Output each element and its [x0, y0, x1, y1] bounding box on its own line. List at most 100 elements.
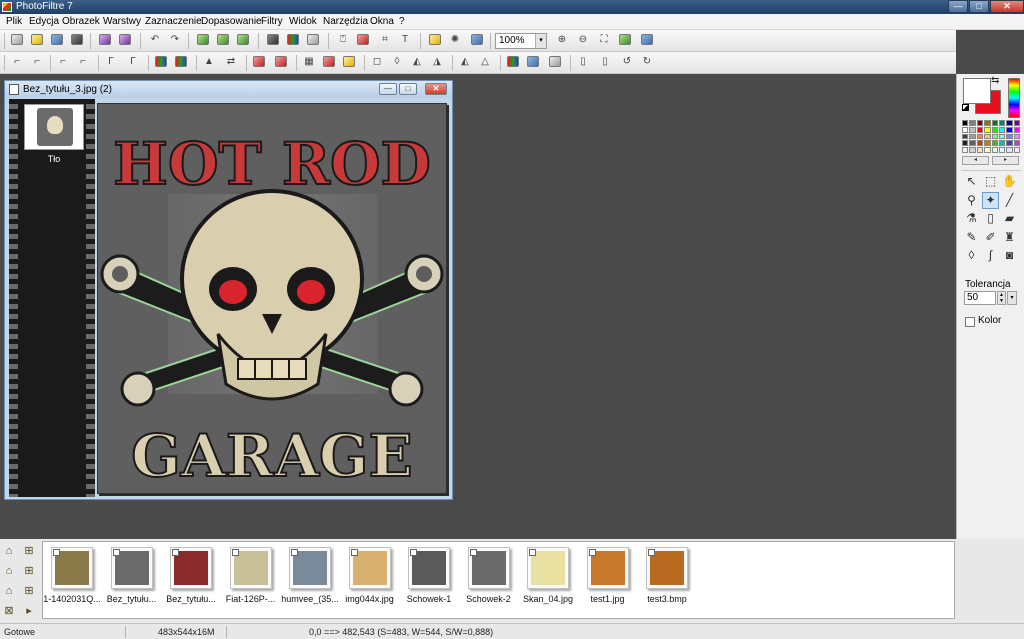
color-spectrum[interactable] — [1008, 78, 1020, 118]
file-thumbnail[interactable] — [289, 547, 331, 589]
magic-wand-icon[interactable]: ✦ — [982, 191, 999, 209]
transparency-button[interactable] — [306, 33, 320, 47]
selection-sub-button[interactable]: ⌐ — [76, 55, 90, 69]
fit-window-button[interactable] — [618, 33, 632, 47]
menu-dopasowanie[interactable]: Dopasowanie — [201, 16, 262, 28]
save-as-button[interactable] — [70, 33, 84, 47]
filebar-list-icon[interactable]: ⊞ — [22, 544, 36, 558]
filebar-folder-icon[interactable]: ⌂ — [2, 544, 16, 558]
image-mask-button[interactable] — [356, 33, 370, 47]
filebar-folder-icon[interactable]: ⌂ — [2, 564, 16, 578]
sharpen-button[interactable]: ◭ — [410, 55, 424, 69]
file-thumbnail[interactable] — [110, 547, 153, 589]
new-file-button[interactable] — [10, 33, 24, 47]
undo-button[interactable]: ↶ — [148, 33, 162, 47]
spin-down-icon[interactable]: ▼ — [998, 298, 1005, 304]
file-thumbnail[interactable] — [170, 547, 212, 589]
move-layer-2-button[interactable]: ⌐ — [30, 55, 44, 69]
line-icon[interactable]: ╱ — [1001, 192, 1018, 209]
file-thumbnail[interactable] — [527, 547, 569, 589]
palette-color-swatch[interactable] — [969, 140, 976, 147]
plugin-button[interactable]: ✺ — [448, 33, 462, 47]
auto-level-button[interactable] — [252, 55, 266, 69]
selection-rect-icon[interactable]: ⬚ — [982, 173, 999, 190]
redo-button[interactable]: ↷ — [168, 33, 182, 47]
maximize-button[interactable]: □ — [969, 0, 989, 13]
palette-color-swatch[interactable] — [976, 126, 984, 133]
filebar-folder-icon[interactable]: ⌂ — [2, 584, 16, 598]
auto-contrast-button[interactable] — [274, 55, 288, 69]
menu-widok[interactable]: Widok — [289, 16, 317, 28]
menu-filtry[interactable]: Filtry — [261, 16, 283, 28]
brush-icon[interactable]: ✎ — [963, 229, 980, 246]
spray-icon[interactable]: ▯ — [982, 210, 999, 227]
levels-button[interactable]: ▲ — [202, 55, 216, 69]
colors-button[interactable] — [286, 33, 300, 47]
filebar-list-icon[interactable]: ⊞ — [22, 564, 36, 578]
palette-color-swatch[interactable] — [962, 147, 969, 153]
palette-color-swatch[interactable] — [962, 140, 969, 147]
palette-color-swatch[interactable] — [1006, 126, 1013, 133]
file-thumbnail[interactable] — [467, 547, 510, 589]
file-thumbnail[interactable] — [408, 547, 450, 589]
stamp-icon[interactable]: ♜ — [1001, 229, 1018, 246]
palette-color-swatch[interactable] — [1006, 147, 1013, 153]
palette-color-swatch[interactable] — [991, 126, 998, 133]
palette-color-swatch[interactable] — [969, 126, 976, 133]
document-maximize-button[interactable]: □ — [399, 83, 417, 95]
palette-color-swatch[interactable] — [976, 140, 984, 147]
blur-drop-icon[interactable]: ◊ — [963, 247, 980, 264]
select-arrow-icon[interactable]: ↖ — [963, 173, 980, 190]
palette-color-swatch[interactable] — [998, 147, 1006, 153]
menu-obrazek[interactable]: Obrazek — [62, 16, 100, 28]
palette-color-swatch[interactable] — [976, 120, 984, 126]
palette-prev-button[interactable]: ◂ — [962, 156, 989, 165]
palette-color-swatch[interactable] — [984, 120, 991, 126]
palette-color-swatch[interactable] — [1013, 120, 1020, 126]
document-minimize-button[interactable]: — — [379, 83, 397, 95]
blur-button[interactable]: ◊ — [390, 55, 404, 69]
foreground-color-swatch[interactable] — [963, 78, 991, 104]
palette-color-swatch[interactable] — [1013, 140, 1020, 147]
layer-thumbnail[interactable] — [24, 104, 84, 150]
flip-v-button[interactable]: △ — [478, 55, 492, 69]
advanced-brush-icon[interactable]: ✐ — [982, 229, 999, 246]
flip-h-button[interactable]: ◭ — [458, 55, 472, 69]
menu-warstwy[interactable]: Warstwy — [103, 16, 141, 28]
menu-help[interactable]: ? — [399, 16, 405, 28]
menu-edycja[interactable]: Edycja — [29, 16, 59, 28]
file-thumbnail[interactable] — [586, 547, 629, 589]
crop-button[interactable]: ⌗ — [378, 33, 392, 47]
palette-color-swatch[interactable] — [991, 140, 998, 147]
rotate-right-button[interactable]: ↻ — [640, 55, 654, 69]
palette-color-swatch[interactable] — [984, 140, 991, 147]
palette-color-swatch[interactable] — [1013, 126, 1020, 133]
palette-color-swatch[interactable] — [998, 133, 1006, 140]
copy-button[interactable] — [196, 33, 210, 47]
automation-button[interactable] — [428, 33, 442, 47]
file-thumbnail[interactable] — [51, 547, 93, 589]
eraser-icon[interactable]: ▰ — [1001, 210, 1018, 227]
swap-colors-icon[interactable]: ⇆ — [991, 75, 999, 87]
text-mask-button[interactable]: ⍞ — [336, 33, 350, 47]
file-thumbnail[interactable] — [229, 547, 272, 589]
zoom-dropdown-icon[interactable]: ▾ — [535, 34, 546, 48]
palette-color-swatch[interactable] — [984, 147, 991, 153]
document-titlebar[interactable]: Bez_tytułu_3.jpg (2) — □ ✕ — [5, 81, 452, 98]
palette-color-swatch[interactable] — [991, 147, 998, 153]
tolerance-spinner[interactable]: ▲ ▼ — [997, 291, 1006, 305]
palette-color-swatch[interactable] — [962, 120, 969, 126]
palette-color-swatch[interactable] — [969, 120, 976, 126]
menu-narzedzia[interactable]: Narzędzia — [323, 16, 368, 28]
hand-icon[interactable]: ✋ — [1001, 173, 1018, 190]
open-file-button[interactable] — [30, 33, 44, 47]
kolor-checkbox[interactable] — [965, 317, 975, 327]
scan-button[interactable] — [118, 33, 132, 47]
rgb-adjust-button[interactable] — [174, 55, 188, 69]
full-view-button[interactable] — [640, 33, 654, 47]
fullscreen-button[interactable] — [470, 33, 484, 47]
minimize-button[interactable]: — — [948, 0, 968, 13]
palette-color-swatch[interactable] — [991, 133, 998, 140]
zoom-in-button[interactable]: ⊕ — [555, 33, 569, 47]
palette-color-swatch[interactable] — [962, 126, 969, 133]
